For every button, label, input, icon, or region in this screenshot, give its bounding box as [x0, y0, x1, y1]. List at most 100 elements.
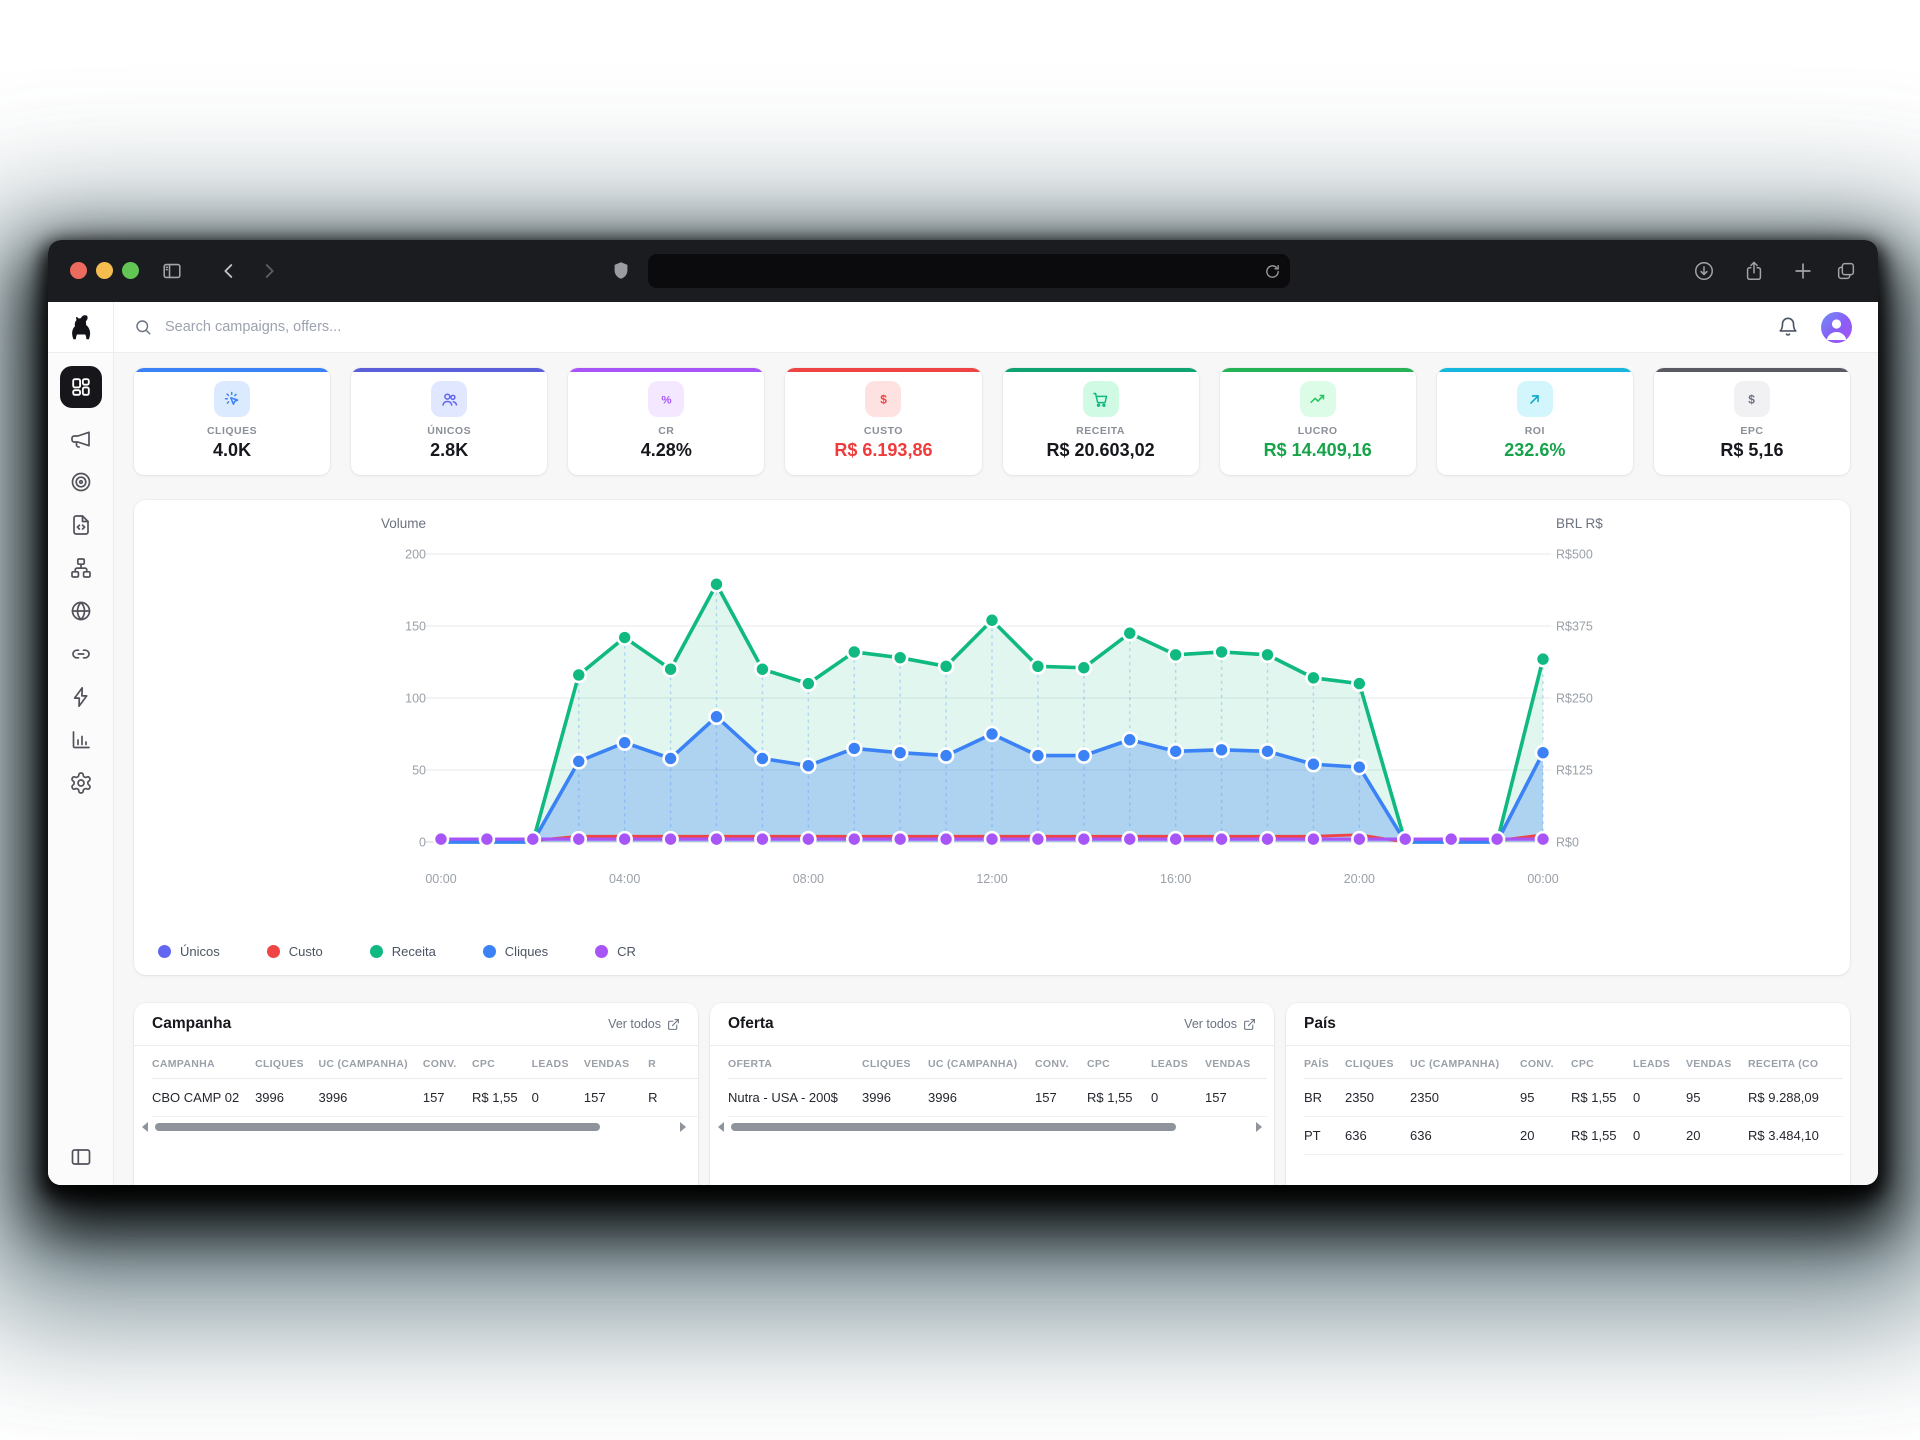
legend-label: Custo	[289, 944, 323, 959]
legend-swatch	[595, 945, 608, 958]
column-header: CLIQUES	[1345, 1048, 1410, 1079]
avatar[interactable]	[1821, 312, 1852, 343]
close-window-button[interactable]	[70, 262, 87, 279]
arrow-up-right-icon	[1517, 381, 1553, 417]
reload-icon[interactable]	[1264, 263, 1281, 280]
kpi-card-cliques: CLIQUES4.0K	[134, 368, 330, 475]
kpi-label: LUCRO	[1298, 425, 1338, 437]
sidebar-item-file-code[interactable]	[69, 513, 93, 537]
column-header: LEADS	[1633, 1048, 1686, 1079]
sidebar-item-target[interactable]	[69, 470, 93, 494]
sidebar-item-gear[interactable]	[69, 771, 93, 795]
network-icon	[69, 556, 93, 580]
svg-text:R$125: R$125	[1556, 764, 1593, 778]
legend-swatch	[267, 945, 280, 958]
gear-icon	[69, 771, 93, 795]
legend-item-únicos[interactable]: Únicos	[158, 944, 220, 959]
sidebar-item-network[interactable]	[69, 556, 93, 580]
back-icon[interactable]	[218, 260, 240, 282]
table-row[interactable]: PT63663620R$ 1,55020R$ 3.484,10	[1304, 1117, 1843, 1155]
legend-label: CR	[617, 944, 636, 959]
column-header: CAMPANHA	[152, 1048, 255, 1079]
kpi-card-receita: RECEITAR$ 20.603,02	[1003, 368, 1199, 475]
legend-item-cr[interactable]: CR	[595, 944, 636, 959]
view-all-link[interactable]: Ver todos	[608, 1017, 680, 1031]
column-header: CLIQUES	[255, 1048, 318, 1079]
external-link-icon	[667, 1018, 680, 1031]
legend-item-custo[interactable]: Custo	[267, 944, 323, 959]
column-header: CONV.	[423, 1048, 472, 1079]
table-cell: BR	[1304, 1079, 1345, 1117]
scroll-right-icon[interactable]	[680, 1122, 686, 1132]
legend-item-receita[interactable]: Receita	[370, 944, 436, 959]
view-all-link[interactable]: Ver todos	[1184, 1017, 1256, 1031]
sidebar-item-megaphone[interactable]	[69, 427, 93, 451]
scroll-left-icon[interactable]	[142, 1122, 148, 1132]
scroll-right-icon[interactable]	[1256, 1122, 1262, 1132]
table-title: País	[1304, 1015, 1336, 1033]
legend-label: Receita	[392, 944, 436, 959]
kpi-value: 4.28%	[641, 440, 692, 461]
table-cell: 157	[1035, 1079, 1087, 1117]
column-header: RECEITA (CO	[1748, 1048, 1843, 1079]
kpi-value: 232.6%	[1504, 440, 1565, 461]
zoom-window-button[interactable]	[122, 262, 139, 279]
horizontal-scrollbar[interactable]	[710, 1117, 1274, 1132]
minimize-window-button[interactable]	[96, 262, 113, 279]
table-row[interactable]: BR2350235095R$ 1,55095R$ 9.288,09	[1304, 1079, 1843, 1117]
chart-legend: Únicos Custo Receita Cliques CR	[158, 944, 636, 959]
horizontal-scrollbar[interactable]	[134, 1117, 698, 1132]
table-cell: R$ 1,55	[1087, 1079, 1151, 1117]
table-row[interactable]: Nutra - USA - 200$39963996157R$ 1,550157	[728, 1079, 1267, 1117]
svg-text:00:00: 00:00	[1527, 872, 1558, 886]
desktop-background: CLIQUES4.0KÚNICOS2.8K%CR4.28%$CUSTOR$ 6.…	[0, 0, 1920, 1440]
scrollbar-thumb[interactable]	[155, 1123, 600, 1131]
kpi-accent-strip	[1220, 368, 1416, 372]
table-cell: 3996	[255, 1079, 318, 1117]
svg-text:Volume: Volume	[381, 516, 426, 531]
column-header: VENDAS	[1686, 1048, 1748, 1079]
download-icon[interactable]	[1693, 260, 1715, 282]
share-icon[interactable]	[1743, 260, 1765, 282]
kpi-card-epc: $EPCR$ 5,16	[1654, 368, 1850, 475]
table-cell: R$ 1,55	[1571, 1079, 1633, 1117]
bell-icon[interactable]	[1777, 316, 1799, 338]
table-cell: 157	[1205, 1079, 1267, 1117]
tabs-overview-icon[interactable]	[1835, 260, 1857, 282]
svg-text:$: $	[880, 392, 887, 406]
link-icon	[69, 642, 93, 666]
sidebar-item-zap[interactable]	[69, 685, 93, 709]
legend-item-cliques[interactable]: Cliques	[483, 944, 548, 959]
collapse-sidebar-button[interactable]	[69, 1145, 93, 1169]
table-cell: 636	[1345, 1117, 1410, 1155]
sidebar-item-bar-chart[interactable]	[69, 728, 93, 752]
new-tab-icon[interactable]	[1792, 260, 1814, 282]
app-logo[interactable]	[48, 302, 114, 352]
url-address-bar[interactable]	[648, 254, 1290, 288]
table-title: Campanha	[152, 1015, 231, 1033]
shield-icon[interactable]	[610, 260, 632, 282]
column-header: LEADS	[1151, 1048, 1205, 1079]
scroll-left-icon[interactable]	[718, 1122, 724, 1132]
table-cell: R	[648, 1079, 698, 1117]
table-card-país: PaísPAÍSCLIQUESUC (CAMPANHA)CONV.CPCLEAD…	[1286, 1003, 1850, 1185]
sidebar-item-dashboard-grid[interactable]	[60, 366, 102, 408]
sidebar-item-globe[interactable]	[69, 599, 93, 623]
column-header: R	[648, 1048, 698, 1079]
kpi-accent-strip	[785, 368, 981, 372]
table-cell: 2350	[1410, 1079, 1520, 1117]
table-cell: Nutra - USA - 200$	[728, 1079, 862, 1117]
column-header: CPC	[472, 1048, 532, 1079]
sidebar-toggle-icon[interactable]	[161, 260, 183, 282]
scrollbar-thumb[interactable]	[731, 1123, 1176, 1131]
sidebar-item-link[interactable]	[69, 642, 93, 666]
globe-icon	[69, 599, 93, 623]
table-row[interactable]: CBO CAMP 0239963996157R$ 1,550157R	[152, 1079, 698, 1117]
browser-window: CLIQUES4.0KÚNICOS2.8K%CR4.28%$CUSTOR$ 6.…	[48, 240, 1878, 1185]
app-root: CLIQUES4.0KÚNICOS2.8K%CR4.28%$CUSTOR$ 6.…	[48, 302, 1878, 1185]
forward-icon[interactable]	[258, 260, 280, 282]
svg-text:$: $	[1749, 392, 1756, 406]
search-input[interactable]	[163, 318, 587, 336]
column-header: CLIQUES	[862, 1048, 928, 1079]
dollar-icon: $	[1734, 381, 1770, 417]
